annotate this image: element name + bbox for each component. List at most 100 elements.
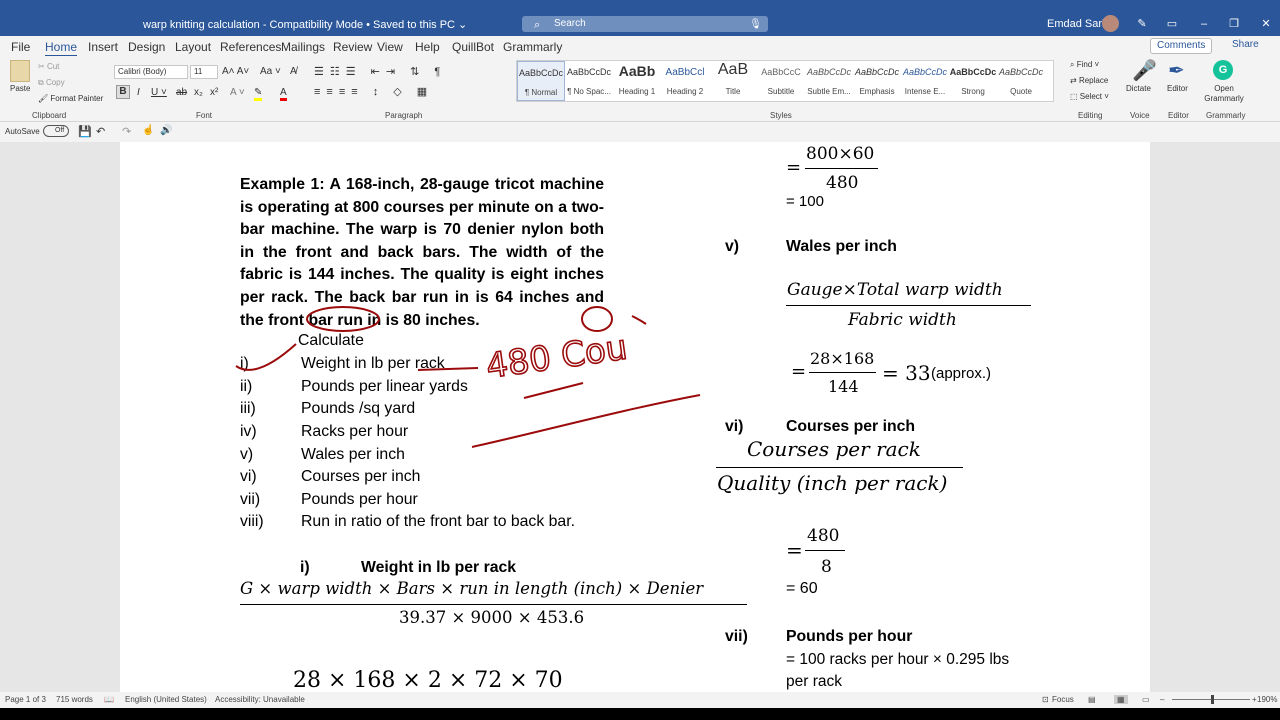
style-intense-emphasis[interactable]: AaBbCcDc Intense E... [901, 61, 949, 101]
zoom-level[interactable]: 190% [1257, 695, 1277, 704]
comments-button[interactable]: Comments [1150, 38, 1213, 54]
italic-button[interactable]: I [137, 87, 140, 98]
proofing-icon[interactable]: 📖 [104, 695, 114, 704]
tab-quillbot[interactable]: QuillBot [452, 40, 494, 54]
share-button[interactable]: Share [1227, 38, 1264, 54]
tab-layout[interactable]: Layout [175, 40, 211, 54]
undo-icon[interactable]: ↶ [96, 125, 105, 138]
microphone-icon[interactable]: 🎤 [1132, 58, 1157, 83]
dictate-button[interactable]: Dictate [1126, 84, 1151, 93]
style-sample: AaBbCcDc [949, 67, 997, 77]
zoom-in-button[interactable]: + [1252, 695, 1257, 704]
search-box[interactable]: ⌕ Search 🎙 [522, 16, 768, 32]
list-buttons[interactable]: ☰☷☰ ⇤⇥ ⇅ ¶ [314, 65, 446, 78]
paste-icon[interactable] [10, 60, 30, 82]
tab-references[interactable]: References [220, 40, 281, 54]
style-heading-1[interactable]: AaBb Heading 1 [613, 61, 661, 101]
tab-grammarly[interactable]: Grammarly [503, 40, 562, 54]
tab-home[interactable]: Home [45, 40, 78, 57]
font-name-select[interactable]: Calibri (Body) [114, 65, 188, 79]
underline-button[interactable]: U ˅ [151, 87, 167, 98]
tab-view[interactable]: View [377, 40, 403, 54]
approx-label: (approx.) [931, 365, 992, 382]
word-count[interactable]: 715 words [56, 695, 93, 704]
document-title[interactable]: warp knitting calculation - Compatibilit… [143, 18, 467, 31]
avatar[interactable] [1102, 15, 1119, 32]
find-button[interactable]: ⌕ Find ˅ [1070, 60, 1099, 70]
font-size-select[interactable]: 11 [190, 65, 218, 79]
subscript-button[interactable]: x₂ [194, 87, 203, 98]
style-sample: AaBbCcDc [518, 68, 563, 78]
maximize-button[interactable]: ❐ [1226, 16, 1242, 32]
format-painter-button[interactable]: 🖌 Format Painter [38, 94, 103, 103]
style-no-spacing[interactable]: AaBbCcDc ¶ No Spac... [565, 61, 613, 101]
style-strong[interactable]: AaBbCcDc Strong [949, 61, 997, 101]
bold-button[interactable]: B [116, 85, 130, 99]
close-button[interactable]: ✕ [1258, 16, 1274, 32]
style-name: ¶ Normal [524, 88, 558, 97]
zoom-thumb[interactable] [1211, 695, 1214, 704]
style-name: Strong [961, 87, 985, 96]
tab-review[interactable]: Review [333, 40, 372, 54]
tab-help[interactable]: Help [415, 40, 440, 54]
equals-sign: = [791, 361, 807, 382]
change-case-icon[interactable]: Aa ˅ [260, 66, 281, 77]
read-aloud-icon[interactable]: 🔊 [160, 125, 172, 136]
ribbon-display-icon[interactable]: ▭ [1164, 16, 1180, 32]
styles-gallery[interactable]: AaBbCcDc ¶ Normal AaBbCcDc ¶ No Spac... Aa… [516, 60, 1054, 102]
fraction-bar [786, 305, 1031, 306]
cut-button[interactable]: ✂ Cut [38, 62, 59, 71]
grow-font-icon[interactable]: A˄ A˅ [222, 66, 249, 77]
pen-icon[interactable]: ✎ [1134, 16, 1150, 32]
editor-button[interactable]: Editor [1167, 84, 1188, 93]
cpi-formula-numerator: Courses per rack [747, 437, 921, 461]
tab-file[interactable]: File [11, 40, 30, 54]
accessibility-status[interactable]: Accessibility: Unavailable [215, 695, 305, 704]
pounds-per-hour-line2: per rack [786, 673, 842, 690]
taskbar-edge [0, 708, 1280, 720]
font-color-icon[interactable]: A [280, 87, 287, 101]
replace-button[interactable]: ⇄ Replace [1070, 76, 1108, 85]
style-subtitle[interactable]: AaBbCcC Subtitle [757, 61, 805, 101]
strikethrough-button[interactable]: ab [176, 87, 187, 98]
clear-formatting-icon[interactable]: A̸ [290, 66, 297, 77]
style-normal[interactable]: AaBbCcDc ¶ Normal [517, 61, 565, 101]
fraction-bar [805, 168, 878, 169]
list-number: ii) [240, 378, 253, 395]
web-layout-icon[interactable]: ▭ [1142, 695, 1150, 704]
tab-mailings[interactable]: Mailings [281, 40, 325, 54]
cut-label: Cut [46, 62, 60, 71]
autosave-toggle[interactable]: Off [43, 125, 69, 137]
style-quote[interactable]: AaBbCcDc Quote [997, 61, 1045, 101]
style-emphasis[interactable]: AaBbCcDc Emphasis [853, 61, 901, 101]
calculate-text: Calculate [298, 332, 364, 349]
style-subtle-emphasis[interactable]: AaBbCcDc Subtle Em... [805, 61, 853, 101]
paste-button[interactable]: Paste [10, 84, 30, 93]
select-button[interactable]: ⬚ Select ˅ [1070, 92, 1109, 101]
copy-button[interactable]: ⧉ Copy [38, 78, 65, 88]
read-mode-icon[interactable]: ▤ [1088, 695, 1096, 704]
text-effects-icon[interactable]: A ˅ [230, 87, 245, 98]
tab-insert[interactable]: Insert [88, 40, 118, 54]
touch-mode-icon[interactable]: ☝ [142, 125, 154, 136]
microphone-icon[interactable]: 🎙 [749, 17, 762, 33]
highlight-icon[interactable]: ✎ [254, 87, 263, 101]
open-grammarly-button[interactable]: Open Grammarly [1202, 84, 1246, 104]
print-layout-icon[interactable]: ▦ [1114, 695, 1128, 704]
redo-icon[interactable]: ↷ [122, 125, 131, 138]
save-icon[interactable]: 💾 [78, 125, 92, 138]
grammarly-icon[interactable]: G [1213, 60, 1233, 80]
tab-design[interactable]: Design [128, 40, 165, 54]
focus-icon[interactable]: ⊡ [1042, 695, 1049, 704]
focus-button[interactable]: Focus [1052, 695, 1074, 704]
style-title[interactable]: AaB Title [709, 61, 757, 101]
editor-pen-icon[interactable]: ✒ [1168, 58, 1185, 83]
alignment-buttons[interactable]: ≡≡≡≡ ↕ ◇ ▦ [314, 85, 433, 98]
style-heading-2[interactable]: AaBbCcl Heading 2 [661, 61, 709, 101]
fraction-bar [805, 550, 845, 551]
page-count[interactable]: Page 1 of 3 [5, 695, 46, 704]
minimize-button[interactable]: – [1196, 16, 1212, 32]
language[interactable]: English (United States) [125, 695, 207, 704]
zoom-out-button[interactable]: – [1160, 695, 1164, 704]
superscript-button[interactable]: x² [210, 87, 218, 98]
